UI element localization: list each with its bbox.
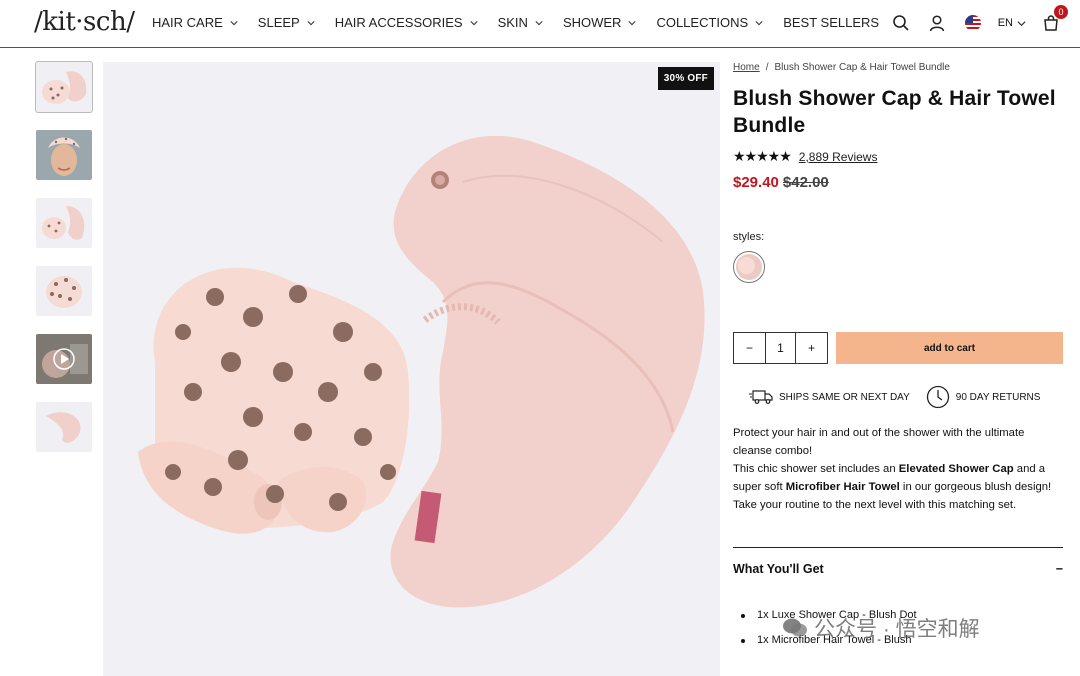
chevron-down-icon bbox=[755, 20, 763, 25]
thumbnail-towel[interactable] bbox=[36, 402, 92, 452]
account-icon[interactable] bbox=[926, 12, 948, 34]
thumbnail-cap-and-towel[interactable] bbox=[35, 61, 93, 113]
thumbnail-set[interactable] bbox=[36, 198, 92, 248]
nav-label: SLEEP bbox=[257, 15, 300, 30]
clock-icon bbox=[926, 385, 949, 409]
chevron-down-icon bbox=[470, 20, 478, 25]
search-icon[interactable] bbox=[890, 12, 912, 34]
returns-text: 90 DAY RETURNS bbox=[955, 391, 1041, 403]
nav-label: SKIN bbox=[497, 15, 528, 30]
nav-shower[interactable]: SHOWER bbox=[563, 15, 637, 30]
nav-collections[interactable]: COLLECTIONS bbox=[656, 15, 763, 30]
styles-label: styles: bbox=[733, 231, 765, 243]
thumbnail-model-photo[interactable] bbox=[36, 130, 92, 180]
chevron-down-icon bbox=[628, 20, 637, 25]
product-description: Protect your hair in and out of the show… bbox=[733, 424, 1063, 514]
rating-row: ★★★★★ 2,889 Reviews bbox=[733, 148, 1063, 165]
qty-decrease-button[interactable]: − bbox=[734, 333, 765, 363]
breadcrumb-home[interactable]: Home bbox=[733, 62, 760, 73]
price-row: $29.40 $42.00 bbox=[733, 174, 1063, 191]
desc-bold: Elevated Shower Cap bbox=[898, 463, 1014, 475]
chevron-down-icon bbox=[1017, 20, 1026, 26]
thumbnail-video[interactable] bbox=[36, 334, 92, 384]
wechat-icon bbox=[783, 618, 807, 637]
nav-label: BEST SELLERS bbox=[783, 15, 880, 30]
collapse-icon: − bbox=[1055, 562, 1063, 576]
nav-skin[interactable]: SKIN bbox=[498, 15, 543, 30]
buy-row: − 1 + add to cart bbox=[733, 332, 1063, 364]
qty-increase-button[interactable]: + bbox=[796, 333, 827, 363]
breadcrumb-current: Blush Shower Cap & Hair Towel Bundle bbox=[774, 62, 950, 73]
swatch-image bbox=[736, 254, 762, 280]
star-rating-icon: ★★★★★ bbox=[733, 148, 792, 164]
desc-text: This chic shower set includes an bbox=[733, 463, 899, 475]
what-you-get-accordion[interactable]: What You'll Get − bbox=[733, 562, 1063, 576]
style-swatch-blush[interactable] bbox=[733, 251, 765, 283]
header-actions: EN 0 bbox=[876, 5, 1068, 34]
product-info-panel: Home / Blush Shower Cap & Hair Towel Bundl… bbox=[733, 62, 1063, 646]
nav-sleep[interactable]: SLEEP bbox=[258, 15, 315, 30]
truck-icon bbox=[749, 390, 773, 404]
cart-icon[interactable]: 0 bbox=[1040, 5, 1068, 34]
nav-label: HAIR ACCESSORIES bbox=[334, 15, 463, 30]
accordion-heading: What You'll Get bbox=[733, 562, 824, 576]
nav-label: SHOWER bbox=[562, 15, 622, 30]
chevron-down-icon bbox=[307, 20, 315, 25]
add-to-cart-button[interactable]: add to cart bbox=[836, 332, 1063, 364]
cart-count-badge: 0 bbox=[1054, 5, 1068, 19]
site-logo[interactable]: /kit·sch/ bbox=[34, 7, 135, 37]
reviews-link[interactable]: 2,889 Reviews bbox=[799, 150, 878, 164]
watermark-text: 公众号 · 悟空和解 bbox=[814, 618, 980, 641]
breadcrumb: Home / Blush Shower Cap & Hair Towel Bundl… bbox=[733, 62, 1063, 73]
discount-badge: 30% OFF bbox=[657, 67, 714, 90]
section-divider bbox=[733, 547, 1063, 548]
site-header: /kit·sch/ HAIR CARE SLEEP HAIR ACCESSORI… bbox=[0, 0, 1080, 48]
nav-hair-care[interactable]: HAIR CARE bbox=[152, 15, 238, 30]
description-paragraph-2: This chic shower set includes an Elevate… bbox=[733, 460, 1063, 514]
nav-hair-accessories[interactable]: HAIR ACCESSORIES bbox=[335, 15, 478, 30]
original-price: $42.00 bbox=[782, 174, 829, 191]
thumbnail-cap[interactable] bbox=[36, 266, 92, 316]
nav-label: HAIR CARE bbox=[152, 15, 223, 30]
chevron-down-icon bbox=[535, 20, 543, 25]
watermark: 公众号 · 悟空和解 bbox=[782, 613, 980, 643]
returns-item: 90 DAY RETURNS bbox=[926, 385, 1041, 409]
quantity-stepper: − 1 + bbox=[733, 332, 828, 364]
language-label: EN bbox=[997, 17, 1013, 29]
desc-bold: Microfiber Hair Towel bbox=[785, 481, 900, 493]
shipping-text: SHIPS SAME OR NEXT DAY bbox=[779, 391, 910, 403]
nav-best-sellers[interactable]: BEST SELLERS bbox=[783, 15, 879, 30]
us-flag-icon[interactable] bbox=[962, 12, 984, 34]
thumbnail-gallery bbox=[35, 61, 93, 470]
main-nav: HAIR CARE SLEEP HAIR ACCESSORIES SKIN SH… bbox=[152, 15, 899, 30]
shipping-info: SHIPS SAME OR NEXT DAY 90 DAY RETURNS bbox=[749, 385, 1056, 409]
nav-label: COLLECTIONS bbox=[656, 15, 749, 30]
language-selector[interactable]: EN bbox=[998, 17, 1026, 29]
product-main-image[interactable]: 30% OFF bbox=[103, 62, 720, 676]
qty-input[interactable]: 1 bbox=[765, 333, 796, 363]
product-title: Blush Shower Cap & Hair Towel Bundle bbox=[733, 87, 1056, 137]
description-paragraph-1: Protect your hair in and out of the show… bbox=[733, 427, 1025, 457]
shipping-item: SHIPS SAME OR NEXT DAY bbox=[749, 389, 910, 405]
chevron-down-icon bbox=[230, 20, 238, 25]
breadcrumb-separator: / bbox=[765, 62, 769, 73]
sale-price: $29.40 bbox=[733, 174, 779, 191]
product-illustration bbox=[138, 135, 705, 608]
